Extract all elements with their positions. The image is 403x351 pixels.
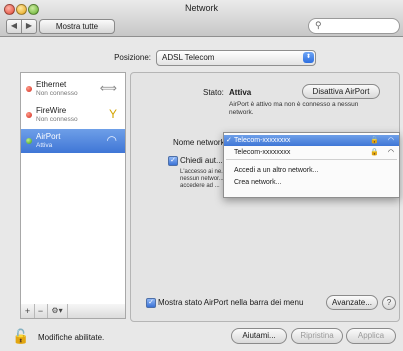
wifi-signal-icon: ◠ xyxy=(387,137,394,144)
network-menu-item[interactable]: ✓ Telecom-xxxxxxxx 🔒 ◠ xyxy=(224,135,399,146)
titlebar: Network ◀ ▶ Mostra tutte ⚲ xyxy=(0,0,403,37)
network-name-label: Nome network xyxy=(173,138,225,147)
service-status: Attiva xyxy=(36,142,53,149)
network-name-menu: ✓ Telecom-xxxxxxxx 🔒 ◠ Telecom-xxxxxxxx … xyxy=(223,132,400,198)
location-row: Posizione: ADSL Telecom ⬍ xyxy=(0,50,403,66)
show-menu-status-checkbox[interactable]: ✓ xyxy=(146,298,156,308)
add-service-button[interactable]: + xyxy=(21,304,35,318)
service-list: Ethernet Non connesso ⟺ FireWire Non con… xyxy=(20,72,126,305)
search-icon: ⚲ xyxy=(315,20,322,30)
revert-button[interactable]: Ripristina xyxy=(291,328,343,344)
service-status: Non connesso xyxy=(36,116,78,123)
firewire-icon: Y xyxy=(108,107,117,121)
lock-icon: 🔒 xyxy=(370,149,379,156)
ask-to-join-label: Chiedi aut... xyxy=(180,156,223,165)
service-name: Ethernet xyxy=(36,80,67,89)
join-other-network-label: Accedi a un altro network... xyxy=(234,167,319,174)
lock-icon: 🔒 xyxy=(370,137,379,144)
status-description: AirPort è attivo ma non è connesso a nes… xyxy=(229,101,359,116)
menu-separator xyxy=(226,159,397,160)
wifi-signal-icon: ◠ xyxy=(387,149,394,156)
create-network-label: Crea network... xyxy=(234,179,282,186)
join-other-network-item[interactable]: Accedi a un altro network... xyxy=(224,165,399,176)
forward-button[interactable]: ▶ xyxy=(21,19,37,34)
help-button[interactable]: ? xyxy=(382,296,396,310)
service-status: Non connesso xyxy=(36,90,78,97)
location-value: ADSL Telecom xyxy=(162,53,215,62)
status-value: Attiva xyxy=(229,88,252,97)
service-item-firewire[interactable]: FireWire Non connesso Y xyxy=(21,103,125,127)
back-button[interactable]: ◀ xyxy=(6,19,22,34)
service-name: AirPort xyxy=(36,132,61,141)
show-all-button[interactable]: Mostra tutte xyxy=(39,19,115,34)
advanced-button[interactable]: Avanzate... xyxy=(326,295,378,310)
popup-stepper-icon: ⬍ xyxy=(303,52,314,63)
service-name: FireWire xyxy=(36,106,67,115)
show-menu-status-label: Mostra stato AirPort nella barra dei men… xyxy=(158,298,304,307)
remove-service-button[interactable]: − xyxy=(34,304,48,318)
apply-button[interactable]: Applica xyxy=(346,328,396,344)
network-name: Telecom-xxxxxxxx xyxy=(234,149,291,156)
assist-me-button[interactable]: Aiutami... xyxy=(231,328,287,344)
create-network-item[interactable]: Crea network... xyxy=(224,177,399,188)
status-dot-icon xyxy=(26,112,32,118)
location-label: Posizione: xyxy=(114,53,151,62)
network-menu-item[interactable]: Telecom-xxxxxxxx 🔒 ◠ xyxy=(224,147,399,158)
service-list-toolbar: + − ⚙▾ xyxy=(20,304,126,319)
service-item-ethernet[interactable]: Ethernet Non connesso ⟺ xyxy=(21,77,125,101)
ask-to-join-checkbox[interactable]: ✓ xyxy=(168,156,178,166)
service-item-airport[interactable]: AirPort Attiva ◠ xyxy=(21,129,125,153)
status-dot-icon xyxy=(26,86,32,92)
wifi-icon: ◠ xyxy=(106,133,117,147)
turn-off-airport-button[interactable]: Disattiva AirPort xyxy=(302,84,380,99)
search-input[interactable]: ⚲ xyxy=(308,18,400,34)
lock-icon[interactable]: 🔓 xyxy=(12,328,29,345)
network-name: Telecom-xxxxxxxx xyxy=(234,137,291,144)
network-preferences-window: Network ◀ ▶ Mostra tutte ⚲ Posizione: AD… xyxy=(0,0,403,351)
lock-status-label: Modifiche abilitate. xyxy=(38,333,105,342)
service-actions-button[interactable]: ⚙▾ xyxy=(47,304,68,318)
window-title: Network xyxy=(184,3,218,13)
status-label: Stato: xyxy=(203,88,224,97)
ethernet-arrows-icon: ⟺ xyxy=(99,81,117,95)
location-select[interactable]: ADSL Telecom ⬍ xyxy=(156,50,316,66)
checkmark-icon: ✓ xyxy=(226,137,232,144)
status-dot-icon xyxy=(26,138,32,144)
